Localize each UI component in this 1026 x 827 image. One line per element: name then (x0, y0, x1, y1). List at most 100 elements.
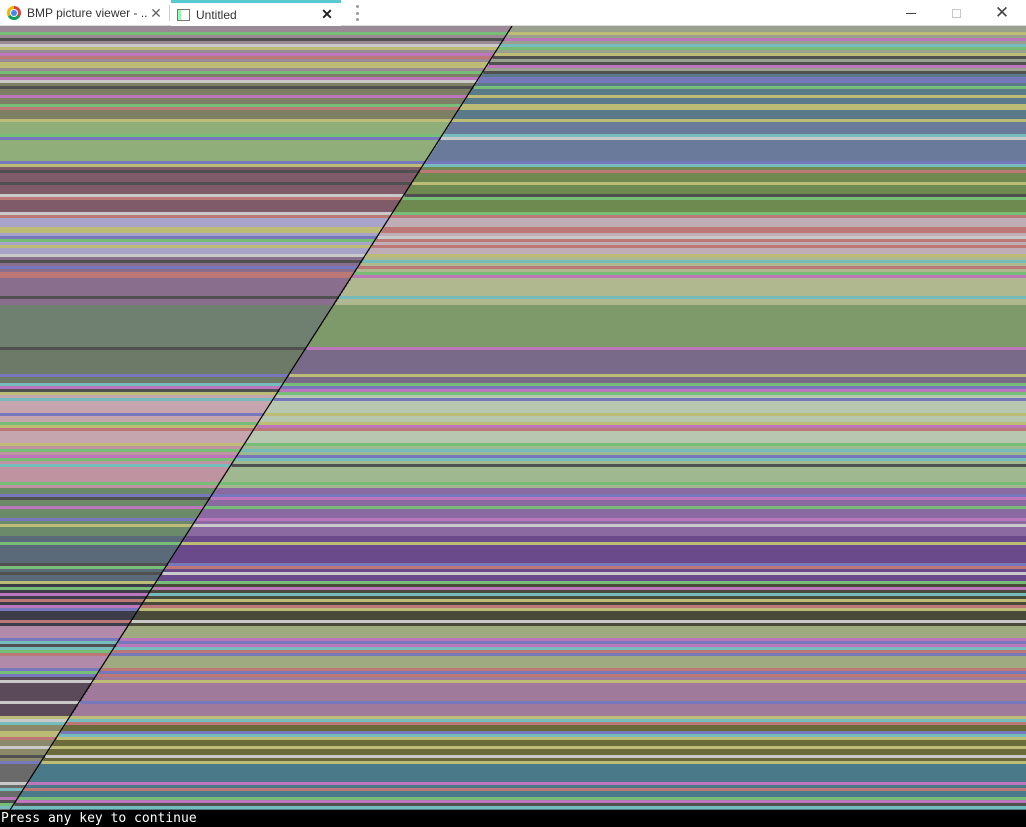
stripe-right (162, 572, 1026, 575)
stripe-right (241, 449, 1026, 452)
stripe-right (147, 596, 1026, 599)
stripe-left (0, 413, 265, 416)
stripe-left (0, 764, 40, 767)
stripe-right (47, 752, 1026, 755)
stripe-right (498, 47, 1026, 50)
stripe-left (0, 191, 407, 194)
stripe-right (79, 701, 1026, 704)
stripe-right (433, 149, 1026, 152)
stripe-right (435, 146, 1026, 149)
stripe-right (281, 386, 1026, 389)
stripe-left (0, 674, 98, 677)
stripe-right (125, 629, 1026, 632)
stripe-left (0, 494, 213, 497)
stripe-left (0, 320, 324, 323)
stripe-left (0, 47, 499, 50)
stripe-left (0, 362, 297, 365)
stripe-right (300, 356, 1026, 359)
stripe-left (0, 404, 270, 407)
close-icon[interactable]: ✕ (148, 5, 164, 21)
stripe-right (406, 191, 1026, 194)
stripe-left (0, 785, 27, 788)
stripe-right (481, 74, 1026, 77)
stripe-left (0, 77, 480, 80)
stripe-right (75, 707, 1026, 710)
stripe-right (104, 662, 1026, 665)
stripe-left (0, 227, 384, 230)
stripe-left (0, 539, 184, 542)
stripe-left (0, 314, 328, 317)
stripe-right (460, 107, 1026, 110)
stripe-right (91, 683, 1026, 686)
stripe-right (208, 500, 1026, 503)
stripe-right (74, 710, 1026, 713)
stripe-right (196, 518, 1026, 521)
stripe-left (0, 677, 96, 680)
stripe-left (0, 533, 188, 536)
stripe-right (446, 128, 1026, 131)
tab-bmp-picture-viewer[interactable]: BMP picture viewer - ... ✕ (0, 0, 170, 26)
stripe-left (0, 623, 130, 626)
stripe-right (508, 32, 1026, 35)
minimize-button[interactable] (888, 0, 934, 26)
stripe-left (0, 206, 397, 209)
stripe-left (0, 446, 244, 449)
stripe-left (0, 83, 476, 86)
close-icon[interactable]: ✕ (319, 6, 335, 23)
stripe-right (39, 764, 1026, 767)
more-options-icon[interactable] (352, 5, 362, 21)
stripe-left (0, 746, 51, 749)
stripe-right (246, 440, 1026, 443)
stripe-left (0, 134, 443, 137)
stripe-left (0, 74, 482, 77)
stripe-left (0, 188, 409, 191)
close-window-button[interactable]: ✕ (979, 0, 1025, 26)
stripe-left (0, 776, 32, 779)
stripe-right (392, 212, 1026, 215)
stripe-right (442, 134, 1026, 137)
stripe-left (0, 500, 209, 503)
stripe-right (214, 491, 1026, 494)
stripe-left (0, 800, 17, 803)
tab-label: BMP picture viewer - ... (27, 6, 148, 20)
stripe-left (0, 689, 88, 692)
tab-untitled[interactable]: Untitled ✕ (171, 0, 341, 26)
stripe-left (0, 518, 197, 521)
stripe-left (0, 644, 117, 647)
stripe-right (218, 485, 1026, 488)
stripe-left (0, 269, 357, 272)
stripe-left (0, 788, 25, 791)
stripe-right (33, 773, 1026, 776)
stripe-left (0, 461, 234, 464)
stripe-right (342, 290, 1026, 293)
stripe-right (72, 713, 1026, 716)
stripe-right (266, 410, 1026, 413)
stripe-left (0, 419, 261, 422)
stripe-right (225, 473, 1026, 476)
stripe-left (0, 488, 217, 491)
stripe-left (0, 350, 305, 353)
stripe-right (293, 368, 1026, 371)
stripe-right (471, 89, 1026, 92)
stripe-left (0, 173, 418, 176)
stripe-right (331, 308, 1026, 311)
stripe-left (0, 665, 103, 668)
stripe-right (425, 161, 1026, 164)
stripe-left (0, 254, 367, 257)
stripe-right (233, 461, 1026, 464)
stripe-left (0, 224, 386, 227)
stripe-left (0, 596, 148, 599)
stripe-left (0, 398, 274, 401)
stripe-left (0, 155, 430, 158)
stripe-right (152, 587, 1026, 590)
stripe-left (0, 554, 174, 557)
stripe-right (193, 524, 1026, 527)
stripe-right (99, 671, 1026, 674)
stripe-right (429, 155, 1026, 158)
stripe-right (143, 602, 1026, 605)
stripe-right (371, 245, 1026, 248)
maximize-button[interactable] (933, 0, 979, 26)
stripe-right (375, 239, 1026, 242)
stripe-right (114, 647, 1026, 650)
stripe-right (358, 266, 1026, 269)
